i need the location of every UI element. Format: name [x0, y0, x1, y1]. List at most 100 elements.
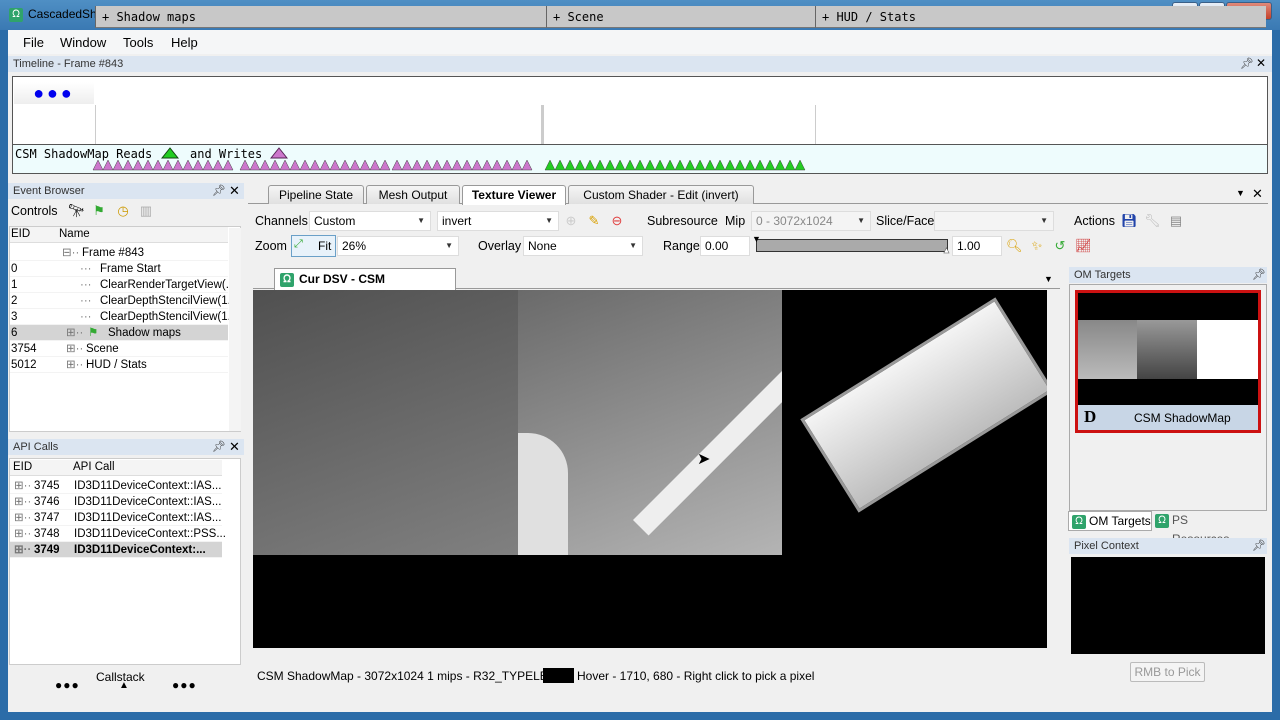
delete-shader-icon[interactable]: ⊖: [609, 213, 625, 229]
column-api-call[interactable]: API Call: [73, 461, 115, 473]
tree-expander-icon[interactable]: ⊞··: [66, 341, 83, 357]
event-row[interactable]: 3754 ⊞·· Scene: [10, 341, 228, 357]
column-name[interactable]: Name: [59, 228, 90, 240]
vertical-scrollbar[interactable]: [1048, 290, 1060, 648]
pixel-context-view: [1071, 557, 1265, 654]
usage-marker: [152, 159, 164, 171]
channels-select[interactable]: Custom ▼: [309, 211, 431, 231]
zoom-range-icon[interactable]: 🔍︎: [1006, 238, 1023, 254]
usage-marker: [339, 159, 351, 171]
edit-shader-icon[interactable]: ✎: [586, 213, 602, 229]
open-in-icon[interactable]: ▤: [1168, 213, 1184, 229]
splitter-dots-icon[interactable]: ●●●: [55, 678, 80, 692]
tree-expander-icon[interactable]: ⊞··: [14, 494, 31, 510]
tree-expander-icon[interactable]: ⊞··: [14, 510, 31, 526]
column-eid[interactable]: EID: [13, 461, 32, 473]
tab-custom-shader[interactable]: Custom Shader - Edit (invert): [568, 185, 754, 204]
om-target-thumbnail[interactable]: D CSM ShadowMap: [1075, 290, 1261, 433]
timeline-dots-icon[interactable]: ●●●: [14, 82, 94, 104]
mip-select[interactable]: 0 - 3072x1024 ▼: [751, 211, 871, 231]
timeline-section-hud[interactable]: + HUD / Stats: [815, 6, 1266, 28]
save-icon[interactable]: 💾︎: [1121, 213, 1138, 229]
event-row[interactable]: 6 ⊞·· ⚑ Shadow maps: [10, 325, 228, 341]
range-min-handle[interactable]: ▼: [752, 234, 761, 244]
app-icon: ᘯ: [9, 8, 23, 22]
tree-expander-icon[interactable]: ⊞··: [14, 478, 31, 494]
api-call-row[interactable]: ⊞·· 3747 ID3D11DeviceContext::IAS...: [10, 510, 222, 526]
tree-expander-icon[interactable]: ···: [80, 277, 92, 293]
scrollbar[interactable]: [229, 228, 241, 431]
tab-mesh-output[interactable]: Mesh Output: [366, 185, 460, 204]
tab-ps-resources[interactable]: ᘯPS Resources: [1152, 511, 1248, 546]
event-row[interactable]: 2 ··· ClearDepthStencilView(1....: [10, 293, 240, 309]
hover-color-swatch: [543, 668, 574, 683]
event-row[interactable]: 0 ··· Frame Start: [10, 261, 228, 277]
tree-expander-icon[interactable]: ⊞··: [14, 526, 31, 542]
tab-pipeline-state[interactable]: Pipeline State: [268, 185, 364, 204]
range-max-input[interactable]: 1.00: [952, 236, 1002, 256]
event-browser-header: Event Browser: [8, 183, 244, 199]
menu-help[interactable]: Help: [171, 35, 198, 50]
api-call-row[interactable]: ⊞·· 3749 ID3D11DeviceContext:...: [10, 542, 222, 558]
close-icon[interactable]: ✕: [229, 183, 240, 199]
menu-window[interactable]: Window: [60, 35, 106, 50]
tree-expander-icon[interactable]: ···: [80, 293, 92, 309]
reset-range-icon[interactable]: ↺: [1052, 238, 1068, 254]
pin-icon[interactable]: 📌︎: [1252, 539, 1266, 552]
menu-file[interactable]: File: [23, 35, 44, 50]
custom-shader-select[interactable]: invert ▼: [437, 211, 559, 231]
pin-icon[interactable]: 📌︎: [212, 184, 226, 197]
column-eid[interactable]: EID: [11, 228, 30, 240]
histogram-icon[interactable]: 📈︎: [1075, 238, 1092, 254]
pin-icon[interactable]: 📌︎: [212, 440, 226, 453]
tree-expander-icon[interactable]: ···: [80, 309, 92, 325]
bookmark-flag-icon: ⚑: [88, 327, 99, 339]
auto-fit-icon[interactable]: ✨︎: [1029, 238, 1045, 254]
tab-cur-dsv[interactable]: ᘯCur DSV - CSM ShadowMap: [274, 268, 456, 307]
tab-texture-viewer[interactable]: Texture Viewer: [462, 185, 566, 205]
api-call-row[interactable]: ⊞·· 3745 ID3D11DeviceContext::IAS...: [10, 478, 222, 494]
event-row[interactable]: 3 ··· ClearDepthStencilView(1....: [10, 309, 240, 325]
time-icon[interactable]: ◷: [115, 203, 131, 219]
api-call-row[interactable]: ⊞·· 3748 ID3D11DeviceContext::PSS...: [10, 526, 226, 542]
range-slider[interactable]: [756, 239, 948, 252]
tree-expander-icon[interactable]: ⊞··: [14, 542, 31, 558]
tab-om-targets[interactable]: ᘯ OM Targets: [1068, 511, 1152, 531]
timeline-section-scene[interactable]: + Scene: [546, 6, 815, 28]
tree-expander-icon[interactable]: ···: [80, 261, 92, 277]
menu-tools[interactable]: Tools: [123, 35, 153, 50]
slice-face-select[interactable]: ▼: [934, 211, 1054, 231]
pin-icon[interactable]: 📌︎: [1252, 268, 1266, 281]
close-icon[interactable]: ✕: [1256, 56, 1266, 70]
rmb-to-pick-button[interactable]: RMB to Pick: [1130, 662, 1205, 682]
zoom-select[interactable]: 26% ▼: [337, 236, 459, 256]
event-row[interactable]: 5012 ⊞·· HUD / Stats: [10, 357, 228, 373]
texture-tabs-dropdown-icon[interactable]: ▼: [1044, 274, 1053, 284]
api-call-row[interactable]: ⊞·· 3746 ID3D11DeviceContext::IAS...: [10, 494, 222, 510]
range-label: Range: [663, 239, 700, 253]
range-max-handle[interactable]: ▲: [942, 245, 951, 256]
splitter-dots-icon[interactable]: ●●●: [172, 678, 197, 692]
find-icon[interactable]: 🔭︎: [68, 203, 85, 219]
controls-label: Controls: [11, 204, 58, 218]
pin-icon[interactable]: 📌︎: [1240, 57, 1254, 70]
tree-expander-icon[interactable]: ⊞··: [66, 325, 83, 341]
tab-list-dropdown-icon[interactable]: ▼: [1236, 188, 1245, 198]
event-row[interactable]: 1 ··· ClearRenderTargetView(...: [10, 277, 235, 293]
close-icon[interactable]: ✕: [229, 439, 240, 455]
tree-expander-icon[interactable]: ⊟··: [62, 245, 79, 261]
add-shader-icon[interactable]: ⊕: [563, 213, 579, 229]
tree-expander-icon[interactable]: ⊞··: [66, 357, 83, 373]
timeline-section-shadow-maps[interactable]: + Shadow maps: [95, 6, 546, 28]
close-icon[interactable]: ✕: [1252, 186, 1263, 202]
wrench-icon[interactable]: 🔧︎: [1144, 213, 1161, 229]
event-row[interactable]: ⊟·· Frame #843: [10, 245, 228, 261]
range-min-input[interactable]: 0.00: [700, 236, 750, 256]
event-name: Frame Start: [100, 263, 161, 275]
fit-button[interactable]: ⤢ Fit: [291, 235, 336, 257]
columns-icon[interactable]: ▥: [138, 203, 154, 219]
overlay-select[interactable]: None ▼: [523, 236, 643, 256]
horizontal-scrollbar[interactable]: [253, 649, 1047, 661]
expand-up-icon[interactable]: ▲: [119, 680, 129, 691]
bookmark-flag-icon[interactable]: ⚑: [91, 203, 107, 219]
